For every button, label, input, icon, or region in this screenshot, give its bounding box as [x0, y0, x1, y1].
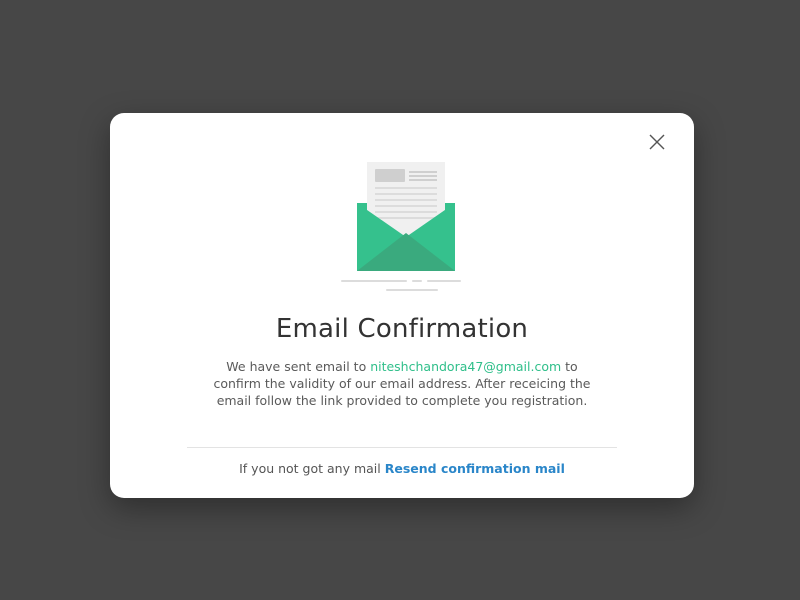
divider: [187, 447, 617, 448]
message-intro-text: We have sent email to: [226, 359, 371, 374]
close-icon: [649, 134, 665, 150]
confirmation-message: We have sent email to niteshchandora47@g…: [210, 358, 594, 409]
modal-title: Email Confirmation: [275, 314, 529, 344]
email-address-link[interactable]: niteshchandora47@gmail.com: [370, 359, 561, 374]
close-button[interactable]: [646, 131, 668, 153]
email-confirmation-modal: Email Confirmation We have sent email to…: [110, 113, 694, 498]
resend-confirmation-link[interactable]: Resend confirmation mail: [385, 461, 565, 476]
open-envelope-icon: [338, 159, 466, 295]
footer-text: If you not got any mail: [239, 461, 385, 476]
resend-footer: If you not got any mail Resend confirmat…: [110, 461, 694, 476]
